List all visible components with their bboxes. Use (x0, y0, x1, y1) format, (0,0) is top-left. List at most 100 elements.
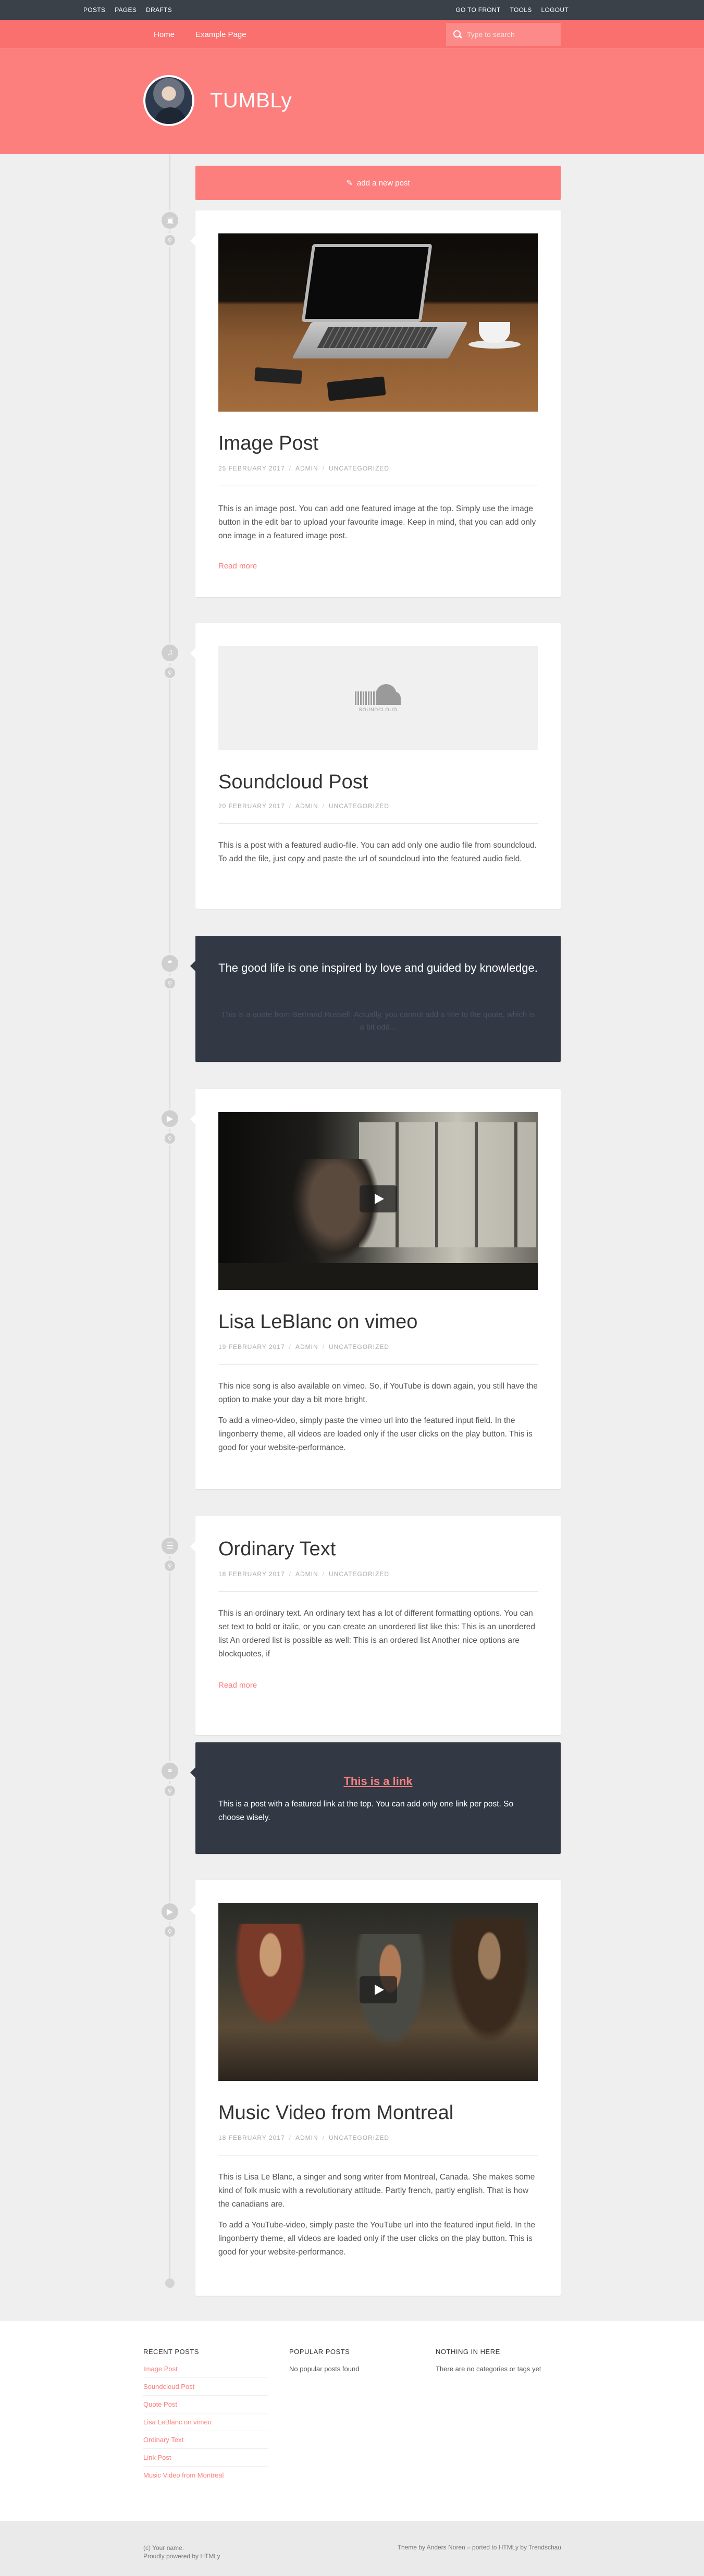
post-date[interactable]: 19 FEBRUARY 2017 (218, 1343, 285, 1351)
site-branding: TUMBLy (143, 75, 292, 126)
post-title[interactable]: Lisa LeBlanc on vimeo (218, 1311, 417, 1333)
post-category[interactable]: UNCATEGORIZED (329, 465, 389, 472)
permalink-icon[interactable]: ⚲ (163, 666, 177, 679)
post-card-video: Music Video from Montreal 18 FEBRUARY 20… (190, 1880, 561, 2296)
recent-post-link[interactable]: Quote Post (143, 2396, 268, 2413)
post-date[interactable]: 25 FEBRUARY 2017 (218, 465, 285, 472)
recent-post-link[interactable]: Music Video from Montreal (143, 2467, 268, 2484)
excerpt-paragraph: To add a vimeo-video, simply paste the v… (218, 1416, 533, 1452)
permalink-icon[interactable]: ⚲ (163, 1784, 177, 1798)
post-author[interactable]: ADMIN (295, 2134, 318, 2141)
quote-text: The good life is one inspired by love an… (218, 961, 538, 974)
post-excerpt: This is a post with a featured audio-fil… (218, 841, 537, 863)
pencil-icon: ✎ (346, 179, 353, 188)
site-header: Home Example Page TUMBLy (0, 20, 704, 154)
post-excerpt: This is an ordinary text. An ordinary te… (218, 1609, 535, 1658)
featured-image[interactable] (218, 233, 538, 412)
post-author[interactable]: ADMIN (295, 465, 318, 472)
post-title[interactable]: Image Post (218, 432, 318, 455)
permalink-icon[interactable]: ⚲ (163, 233, 177, 247)
play-button[interactable] (360, 1976, 397, 2003)
read-more-link[interactable]: Read more (218, 562, 257, 571)
post-date[interactable]: 18 FEBRUARY 2017 (218, 1570, 285, 1578)
video-embed[interactable] (218, 1903, 538, 2081)
admin-posts-link[interactable]: POSTS (83, 6, 105, 14)
permalink-icon[interactable]: ⚲ (163, 1132, 177, 1145)
admin-drafts-link[interactable]: DRAFTS (146, 6, 172, 14)
soundcloud-player[interactable]: SOUNDCLOUD (218, 646, 538, 750)
credits-bar: (c) Your name. Proudly powered by HTMLy … (0, 2521, 704, 2576)
avatar[interactable] (143, 75, 194, 126)
soundcloud-icon (354, 684, 402, 705)
permalink-icon[interactable]: ⚲ (163, 1925, 177, 1938)
link-text: This is a post with a featured link at t… (218, 1800, 514, 1822)
permalink-icon[interactable]: ⚲ (163, 1559, 177, 1572)
popular-posts-widget: POPULAR POSTS No popular posts found (289, 2348, 414, 2373)
post-date[interactable]: 18 FEBRUARY 2017 (218, 2134, 285, 2141)
post-category[interactable]: UNCATEGORIZED (329, 1570, 389, 1578)
divider (218, 1364, 538, 1365)
divider (218, 1591, 538, 1592)
excerpt-paragraph: To add a YouTube-video, simply paste the… (218, 2221, 536, 2257)
video-icon: ▶ (160, 1902, 180, 1922)
video-icon: ▶ (160, 1109, 180, 1129)
search-icon[interactable] (453, 30, 462, 39)
search-input[interactable] (467, 30, 555, 39)
widget-text: No popular posts found (289, 2365, 360, 2373)
recent-post-link[interactable]: Link Post (143, 2449, 268, 2467)
site-title[interactable]: TUMBLy (210, 89, 292, 113)
widget-title: RECENT POSTS (143, 2348, 199, 2356)
post-card-standard: Ordinary Text 18 FEBRUARY 2017/ ADMIN / U… (190, 1516, 561, 1735)
post-title[interactable]: Soundcloud Post (218, 771, 368, 794)
post-meta: 25 FEBRUARY 2017/ ADMIN / UNCATEGORIZED (218, 465, 390, 472)
recent-posts-widget: RECENT POSTS Image Post Soundcloud Post … (143, 2348, 268, 2484)
camera-icon: ▣ (160, 210, 180, 230)
post-title[interactable]: Music Video from Montreal (218, 2102, 453, 2124)
powered-by-text[interactable]: Proudly powered by HTMLy (143, 2552, 220, 2560)
nav-example-page-link[interactable]: Example Page (195, 30, 246, 39)
soundcloud-label: SOUNDCLOUD (359, 707, 398, 712)
recent-post-link[interactable]: Ordinary Text (143, 2431, 268, 2449)
add-post-button[interactable]: ✎ add a new post (195, 166, 561, 200)
post-category[interactable]: UNCATEGORIZED (329, 1343, 389, 1351)
post-category[interactable]: UNCATEGORIZED (329, 2134, 389, 2141)
featured-link[interactable]: This is a link (218, 1775, 538, 1788)
admin-pages-link[interactable]: PAGES (115, 6, 137, 14)
read-more-link[interactable]: Read more (218, 1681, 257, 1690)
recent-post-link[interactable]: Soundcloud Post (143, 2378, 268, 2396)
post-excerpt: This is an image post. You can add one f… (218, 504, 536, 540)
post-meta: 18 FEBRUARY 2017/ ADMIN / UNCATEGORIZED (218, 2134, 390, 2141)
post-date[interactable]: 20 FEBRUARY 2017 (218, 802, 285, 810)
search-box (446, 23, 561, 46)
post-author[interactable]: ADMIN (295, 1343, 318, 1351)
divider (218, 823, 538, 824)
widget-title: NOTHING IN HERE (436, 2348, 500, 2356)
recent-post-link[interactable]: Image Post (143, 2365, 268, 2378)
post-category[interactable]: UNCATEGORIZED (329, 802, 389, 810)
add-post-label: add a new post (356, 178, 410, 188)
recent-post-link[interactable]: Lisa LeBlanc on vimeo (143, 2413, 268, 2431)
play-button[interactable] (360, 1185, 397, 1212)
admin-go-to-front-link[interactable]: GO TO FRONT (455, 6, 500, 14)
permalink-icon[interactable]: ⚲ (163, 976, 177, 990)
theme-credit[interactable]: Theme by Anders Noren – ported to HTMLy … (398, 2544, 561, 2551)
post-title[interactable]: Ordinary Text (218, 1538, 336, 1561)
post-card-audio: SOUNDCLOUD Soundcloud Post 20 FEBRUARY 2… (190, 623, 561, 909)
video-embed[interactable] (218, 1112, 538, 1290)
admin-tools-link[interactable]: TOOLS (510, 6, 532, 14)
post-excerpt: This nice song is also available on vime… (218, 1380, 538, 1455)
divider (218, 2155, 538, 2156)
post-card-image: Image Post 25 FEBRUARY 2017/ ADMIN / UNCA… (190, 210, 561, 597)
excerpt-paragraph: This nice song is also available on vime… (218, 1382, 538, 1404)
post-author[interactable]: ADMIN (295, 1570, 318, 1578)
post-card-quote: The good life is one inspired by love an… (190, 936, 561, 1062)
widget-title: POPULAR POSTS (289, 2348, 350, 2356)
quote-source: This is a quote from Bertrand Russell. A… (221, 1010, 535, 1032)
post-card-link: This is a link This is a post with a fea… (190, 1742, 561, 1854)
post-meta: 19 FEBRUARY 2017/ ADMIN / UNCATEGORIZED (218, 1343, 390, 1351)
nav-home-link[interactable]: Home (154, 30, 175, 39)
post-author[interactable]: ADMIN (295, 802, 318, 810)
post-excerpt: This is Lisa Le Blanc, a singer and song… (218, 2171, 538, 2259)
post-card-video: Lisa LeBlanc on vimeo 19 FEBRUARY 2017/ … (190, 1089, 561, 1489)
admin-logout-link[interactable]: LOGOUT (541, 6, 569, 14)
